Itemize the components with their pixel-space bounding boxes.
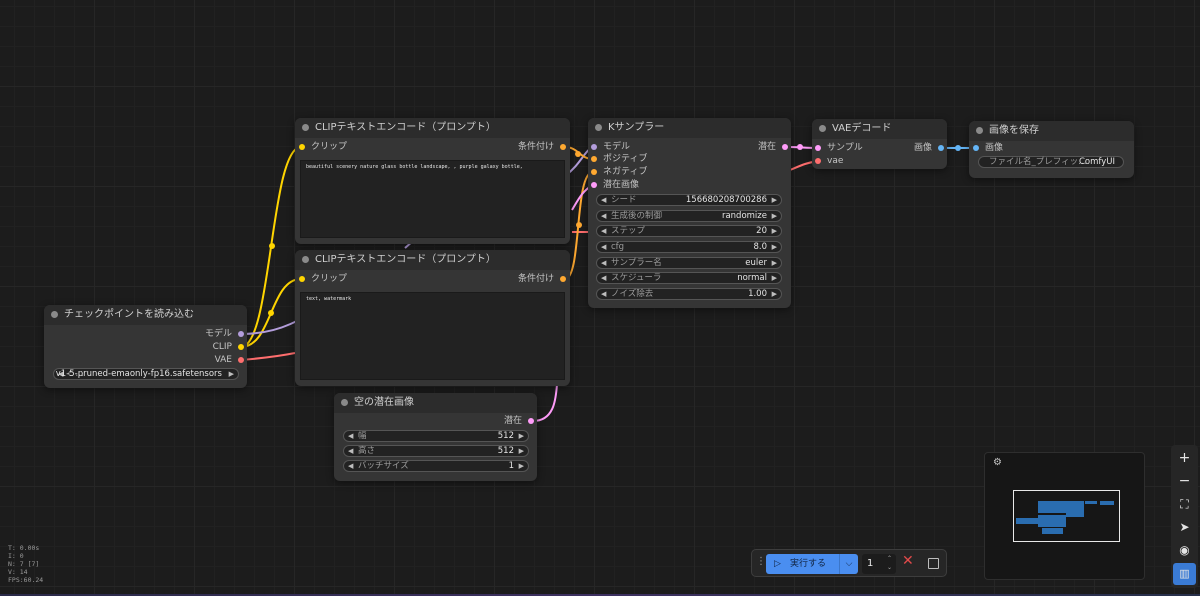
input-vae[interactable]: vae <box>815 155 843 168</box>
node-ksampler[interactable]: Kサンプラー モデル ポジティブ ネガティブ 潜在画像 潜在 ◀ シード 15668… <box>588 118 791 308</box>
control-after-generate-widget[interactable]: ◀ 生成後の制御 randomize ▶ <box>596 210 782 222</box>
output-latent[interactable]: 潜在 <box>758 141 788 154</box>
node-title-text: 画像を保存 <box>989 125 1039 136</box>
zoom-out-icon[interactable]: − <box>1173 470 1196 492</box>
output-conditioning[interactable]: 条件付け <box>518 141 566 154</box>
node-checkpoint-loader[interactable]: チェックポイントを読み込む モデル CLIP VAE ◀ c … v1-5-pr… <box>44 305 247 388</box>
node-title[interactable]: Kサンプラー <box>588 118 791 138</box>
decrement-icon[interactable]: ⌄ <box>887 564 892 572</box>
node-title-text: チェックポイントを読み込む <box>64 309 194 320</box>
ckpt-name-combo[interactable]: ◀ c … v1-5-pruned-emaonly-fp16.safetenso… <box>53 368 239 380</box>
input-clip[interactable]: クリップ <box>299 141 347 154</box>
map-icon[interactable]: ▥ <box>1173 563 1196 585</box>
collapse-dot-icon[interactable] <box>595 124 602 131</box>
node-title-text: CLIPテキストエンコード（プロンプト） <box>315 122 496 133</box>
node-title-text: 空の潜在画像 <box>354 397 414 408</box>
input-images[interactable]: 画像 <box>973 142 1003 155</box>
collapse-dot-icon[interactable] <box>51 311 58 318</box>
output-latent[interactable]: 潜在 <box>504 415 534 428</box>
node-title[interactable]: VAEデコード <box>812 119 947 139</box>
batch-count-input[interactable]: 1 ⌃ ⌄ <box>862 554 896 574</box>
input-latent-image[interactable]: 潜在画像 <box>591 179 639 192</box>
output-conditioning[interactable]: 条件付け <box>518 273 566 286</box>
increment-icon[interactable]: ⌃ <box>887 555 892 563</box>
prompt-textarea[interactable]: beautiful scenery nature glass bottle la… <box>300 160 565 238</box>
collapse-dot-icon[interactable] <box>302 124 309 131</box>
node-title[interactable]: 空の潜在画像 <box>334 393 537 413</box>
collapse-dot-icon[interactable] <box>302 256 309 263</box>
canvas-toolbar: + − ⛶ ➤ ◉ ▥ <box>1171 445 1198 588</box>
input-clip[interactable]: クリップ <box>299 273 347 286</box>
sampler-name-widget[interactable]: ◀ サンプラー名 euler ▶ <box>596 257 782 269</box>
output-model[interactable]: モデル <box>205 328 244 341</box>
node-title-text: Kサンプラー <box>608 122 665 133</box>
cancel-icon[interactable]: ✕ <box>902 553 914 569</box>
input-negative[interactable]: ネガティブ <box>591 166 647 179</box>
minimap-viewport[interactable] <box>1013 490 1120 542</box>
collapse-dot-icon[interactable] <box>341 399 348 406</box>
output-clip[interactable]: CLIP <box>213 341 244 354</box>
node-vae-decode[interactable]: VAEデコード サンプル vae 画像 <box>812 119 947 169</box>
pointer-icon[interactable]: ➤ <box>1173 516 1196 538</box>
stop-icon[interactable] <box>928 558 939 569</box>
run-button[interactable]: ▷ 実行する ⌵ <box>766 554 858 574</box>
zoom-in-icon[interactable]: + <box>1173 447 1196 469</box>
queue-toolbar: ⋮ ▷ 実行する ⌵ 1 ⌃ ⌄ ✕ <box>751 549 947 577</box>
node-empty-latent-image[interactable]: 空の潜在画像 潜在 ◀ 幅 512 ▶ ◀ 高さ 512 ▶ ◀ バッチサイズ 1 ▶ <box>334 393 537 481</box>
perf-stats: T: 0.00s I: 0 N: 7 [7] V: 14 FPS:60.24 <box>8 544 44 584</box>
collapse-dot-icon[interactable] <box>976 127 983 134</box>
play-icon: ▷ <box>774 559 781 569</box>
next-arrow-icon[interactable]: ▶ <box>229 369 234 380</box>
node-title-text: CLIPテキストエンコード（プロンプト） <box>315 254 496 265</box>
denoise-widget[interactable]: ◀ ノイズ除去 1.00 ▶ <box>596 288 782 300</box>
fit-view-icon[interactable]: ⛶ <box>1173 493 1196 515</box>
node-clip-text-encode-positive[interactable]: CLIPテキストエンコード（プロンプト） クリップ 条件付け beautiful… <box>295 118 570 244</box>
node-save-image[interactable]: 画像を保存 画像 ファイル名_プレフィッ… ComfyUI <box>969 121 1134 178</box>
filename-prefix-widget[interactable]: ファイル名_プレフィッ… ComfyUI <box>978 156 1124 168</box>
input-positive[interactable]: ポジティブ <box>591 153 647 166</box>
output-image[interactable]: 画像 <box>914 142 944 155</box>
node-title[interactable]: CLIPテキストエンコード（プロンプト） <box>295 118 570 138</box>
width-widget[interactable]: ◀ 幅 512 ▶ <box>343 430 529 442</box>
output-vae[interactable]: VAE <box>215 354 244 367</box>
chevron-down-icon[interactable]: ⌵ <box>839 554 858 574</box>
cfg-widget[interactable]: ◀ cfg 8.0 ▶ <box>596 241 782 253</box>
batch-size-widget[interactable]: ◀ バッチサイズ 1 ▶ <box>343 460 529 472</box>
scheduler-widget[interactable]: ◀ スケジューラ normal ▶ <box>596 272 782 284</box>
eye-icon[interactable]: ◉ <box>1173 539 1196 561</box>
node-title[interactable]: 画像を保存 <box>969 121 1134 141</box>
node-title-text: VAEデコード <box>832 123 892 134</box>
input-samples[interactable]: サンプル <box>815 142 863 155</box>
drag-handle-icon[interactable]: ⋮ <box>756 556 766 567</box>
height-widget[interactable]: ◀ 高さ 512 ▶ <box>343 445 529 457</box>
prompt-textarea[interactable]: text, watermark <box>300 292 565 380</box>
node-title[interactable]: CLIPテキストエンコード（プロンプト） <box>295 250 570 270</box>
minimap[interactable]: ⚙ <box>984 452 1145 580</box>
collapse-dot-icon[interactable] <box>819 125 826 132</box>
node-clip-text-encode-negative[interactable]: CLIPテキストエンコード（プロンプト） クリップ 条件付け text, wat… <box>295 250 570 386</box>
node-title[interactable]: チェックポイントを読み込む <box>44 305 247 325</box>
seed-widget[interactable]: ◀ シード 156680208700286 ▶ <box>596 194 782 206</box>
steps-widget[interactable]: ◀ ステップ 20 ▶ <box>596 225 782 237</box>
